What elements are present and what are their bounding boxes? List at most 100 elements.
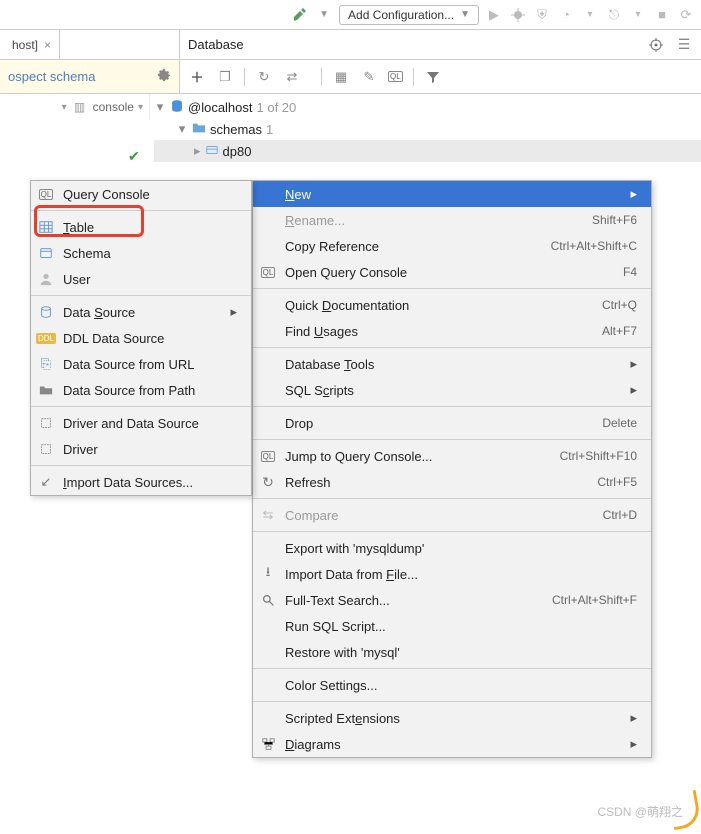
tree-host-row[interactable]: ▾ @localhost 1 of 20 [154,96,701,118]
hammer-icon[interactable] [291,6,309,24]
menu-item-shortcut: Shift+F6 [592,213,637,227]
ql-icon: QL [37,189,55,200]
coverage-icon[interactable]: ⛨ [533,6,551,24]
menu-separator [253,439,651,440]
settings-icon[interactable]: ☰ [675,36,693,54]
menu-item-label: User [63,272,237,287]
sub_menu-item-driver-and-data-source[interactable]: Driver and Data Source [31,410,251,436]
main_menu-item-scripted-extensions[interactable]: Scripted Extensions▸ [253,705,651,731]
menu-item-shortcut: Delete [602,416,637,430]
profile-icon[interactable]: ◔ [557,6,575,24]
menu-item-label: Restore with 'mysql' [285,645,637,660]
sub_menu-item-data-source[interactable]: Data Source▸ [31,299,251,325]
attach-icon[interactable]: ⎋ [605,6,623,24]
url-icon: ⎘ [37,356,55,372]
main_menu-item-database-tools[interactable]: Database Tools▸ [253,351,651,377]
sub_menu-item-schema[interactable]: Schema [31,240,251,266]
main_menu-item-drop[interactable]: DropDelete [253,410,651,436]
query-console-icon[interactable]: QL [388,71,403,82]
main_menu-item-refresh[interactable]: ↻RefreshCtrl+F5 [253,469,651,495]
sub_menu-item-table[interactable]: Table [31,214,251,240]
profile-dropdown-icon[interactable]: ▾ [581,6,599,24]
compare-icon: ⇆ [259,507,277,523]
context-menu-new-submenu: QL Query Console TableSchema User Data Sourc… [30,180,252,496]
chevron-right-icon: ▸ [630,382,637,398]
sub_menu-item-data-source-from-url[interactable]: ⎘Data Source from URL [31,351,251,377]
chevron-right-icon: ▸ [630,186,637,202]
menu-item-label: Driver and Data Source [63,416,237,431]
sub_menu-item-driver[interactable]: Driver [31,436,251,462]
console-selector[interactable]: ▾ ▥ console ▾ [0,94,150,120]
main_menu-item-export-with-mysqldump[interactable]: Export with 'mysqldump' [253,535,651,561]
ql-icon: QL [259,267,277,278]
editor-tab[interactable]: host] × [4,30,60,59]
sub_menu-item-user[interactable]: User [31,266,251,292]
menu-separator [31,295,251,296]
main_menu-item-import-data-from-file[interactable]: ⭳Import Data from File... [253,561,651,587]
main_menu-item-compare[interactable]: ⇆CompareCtrl+D [253,502,651,528]
sub_menu-item-import-data-sources[interactable]: ↙Import Data Sources... [31,469,251,495]
refresh-icon[interactable]: ↻ [255,68,273,86]
update-icon[interactable]: ⟳ [677,6,695,24]
main_menu-item-open-query-console[interactable]: QLOpen Query ConsoleF4 [253,259,651,285]
menu-item-label: Query Console [63,187,237,202]
close-icon[interactable]: × [44,38,51,52]
database-panel-title: Database [188,37,244,52]
menu-item-label: Export with 'mysqldump' [285,541,637,556]
tree-host-count: 1 of 20 [257,100,297,115]
main_menu-item-color-settings[interactable]: Color Settings... [253,672,651,698]
main_menu-item-jump-to-query-console[interactable]: QLJump to Query Console...Ctrl+Shift+F10 [253,443,651,469]
menu-item-label: Data Source [63,305,222,320]
main_menu-item-copy-reference[interactable]: Copy ReferenceCtrl+Alt+Shift+C [253,233,651,259]
menu-item-label: Copy Reference [285,239,543,254]
filter-icon[interactable] [424,68,442,86]
menu-separator [253,288,651,289]
driver-icon [37,442,55,456]
user-icon [37,272,55,286]
duplicate-icon[interactable]: ❐ [216,68,234,86]
context-menu-main: New▸Rename...Shift+F6Copy ReferenceCtrl+… [252,180,652,758]
debug-icon[interactable] [509,6,527,24]
sync-icon[interactable]: ⇄ [283,68,301,86]
database-panel-header: Database ☰ [180,30,701,59]
main-toolbar: ▼ Add Configuration... ▼ ▶ ⛨ ◔ ▾ ⎋ ▾ ■ ⟳ [0,0,701,30]
sub_menu-item-data-source-from-path[interactable]: Data Source from Path [31,377,251,403]
console-icon: ▥ [71,98,89,116]
main_menu-item-diagrams[interactable]: Diagrams▸ [253,731,651,757]
tree-db-row[interactable]: ▸ dp80 [154,140,701,162]
menu-separator [253,668,651,669]
attach-dropdown-icon[interactable]: ▾ [629,6,647,24]
run-icon[interactable]: ▶ [485,6,503,24]
main_menu-item-full-text-search[interactable]: Full-Text Search...Ctrl+Alt+Shift+F [253,587,651,613]
menu-item-label: Database Tools [285,357,622,372]
add-icon[interactable]: ＋ [188,68,206,86]
main_menu-item-new[interactable]: New▸ [253,181,651,207]
add-configuration-button[interactable]: Add Configuration... ▼ [339,5,479,25]
table-icon[interactable]: ▦ [332,68,350,86]
sub_menu-item-query-console[interactable]: QL Query Console [31,181,251,207]
schema-notice-text: ospect schema [8,69,95,84]
hammer-dropdown-icon[interactable]: ▼ [315,6,333,24]
menu-item-label: Quick Documentation [285,298,594,313]
menu-item-label: Refresh [285,475,589,490]
sub_menu-item-ddl-data-source[interactable]: DDLDDL Data Source [31,325,251,351]
tree-host-label: @localhost [188,100,253,115]
tree-db-label: dp80 [223,144,252,159]
tree-schemas-row[interactable]: ▾ schemas 1 [154,118,701,140]
main_menu-item-find-usages[interactable]: Find UsagesAlt+F7 [253,318,651,344]
edit-icon[interactable]: ✎ [360,68,378,86]
main_menu-item-quick-documentation[interactable]: Quick DocumentationCtrl+Q [253,292,651,318]
gear-icon[interactable] [157,68,171,85]
stop-icon[interactable]: ■ [653,6,671,24]
target-icon[interactable] [647,36,665,54]
path-icon [37,383,55,397]
menu-item-label: Compare [285,508,595,523]
main_menu-item-restore-with-mysql[interactable]: Restore with 'mysql' [253,639,651,665]
main_menu-item-sql-scripts[interactable]: SQL Scripts▸ [253,377,651,403]
diagram-icon [259,738,277,751]
main_menu-item-run-sql-script[interactable]: Run SQL Script... [253,613,651,639]
refresh-icon: ↻ [259,474,277,491]
schema-notice[interactable]: ospect schema [0,60,180,93]
schema-icon [205,143,219,160]
main_menu-item-rename[interactable]: Rename...Shift+F6 [253,207,651,233]
